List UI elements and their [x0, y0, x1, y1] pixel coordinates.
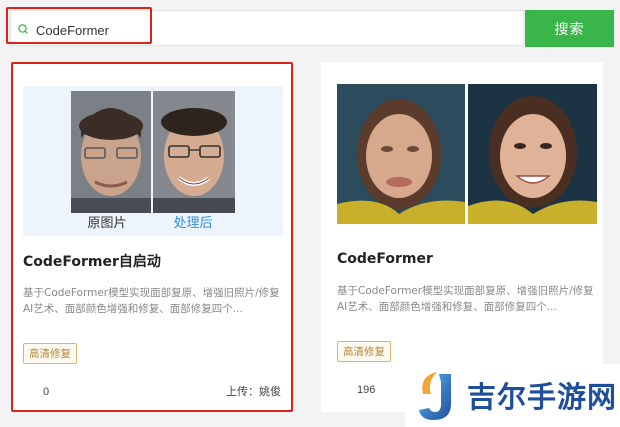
after-label: 处理后 [173, 216, 212, 231]
search-highlight-box [6, 7, 152, 44]
uploader-label: 上传：姚俊 [226, 385, 281, 398]
site-watermark: 吉尔手游网 [405, 364, 620, 427]
before-label: 原图片 [87, 216, 126, 231]
watermark-logo-icon [419, 372, 451, 420]
category-tag[interactable]: 高清修复 [23, 343, 77, 364]
card-thumbnail[interactable]: 原图片 处理后 [23, 86, 283, 236]
card-title[interactable]: CodeFormer [337, 251, 433, 267]
card-description: 基于CodeFormer模型实现面部复原、增强旧照片/修复AI艺术、面部颜色增强… [23, 287, 280, 315]
card-thumbnail[interactable] [337, 84, 597, 224]
result-card-codeformer[interactable]: CodeFormer 基于CodeFormer模型实现面部复原、增强旧照片/修复… [321, 62, 603, 412]
search-bar: 搜索 [0, 0, 620, 55]
category-tag[interactable]: 高清修复 [337, 341, 391, 362]
usage-count: 196 [357, 384, 376, 396]
search-button[interactable]: 搜索 [525, 10, 614, 47]
watermark-text: 吉尔手游网 [467, 380, 618, 414]
card-title[interactable]: CodeFormer自启动 [23, 251, 161, 271]
card-description: 基于CodeFormer模型实现面部复原、增强旧照片/修复AI艺术、面部颜色增强… [337, 285, 594, 313]
before-after-face-image [337, 84, 597, 224]
result-card-codeformer-autostart[interactable]: 原图片 处理后 CodeFormer自启动 基于CodeFormer模型实现面部… [11, 62, 293, 412]
usage-count: 0 [43, 386, 50, 398]
before-after-face-image: 原图片 处理后 [23, 86, 283, 236]
